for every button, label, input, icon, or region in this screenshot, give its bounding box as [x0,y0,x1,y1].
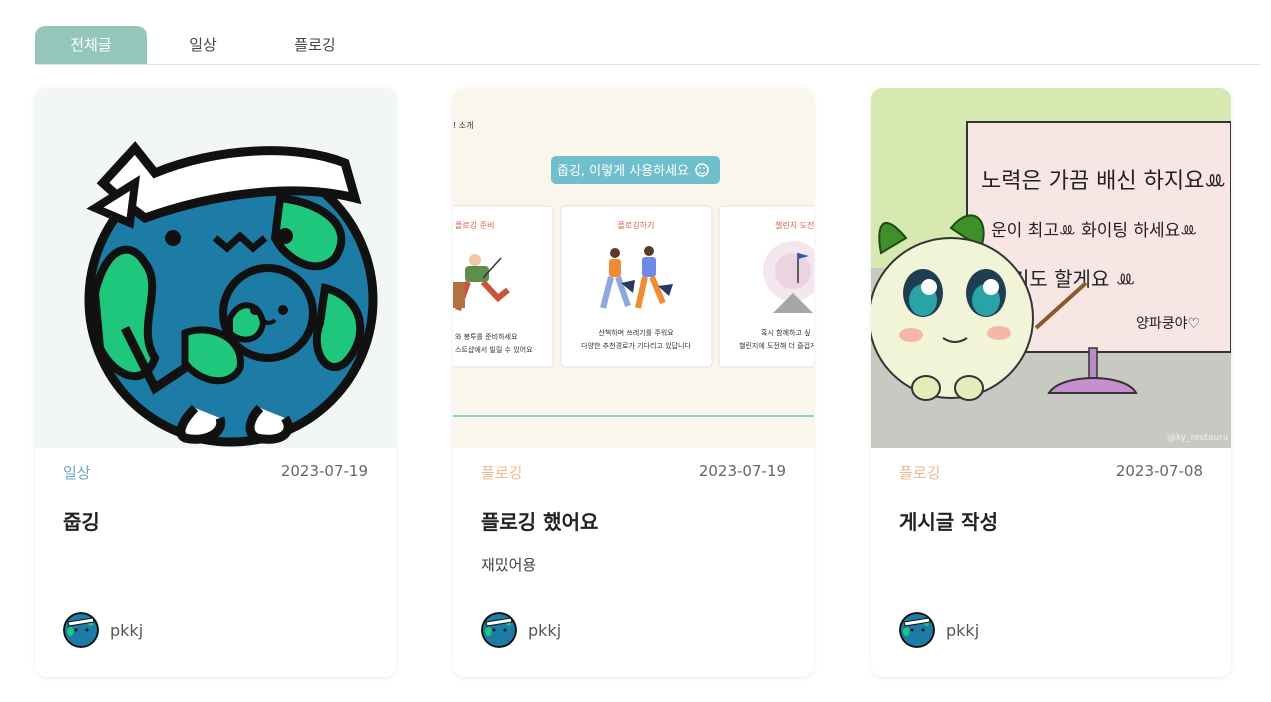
sprout-character-sign-icon: 노력은 가끔 배신 하지요ꔛ 운이 최고ꔛ 화이팅 하세요ꔛ 기도 할게요 ꔛ … [871,88,1231,448]
post-date: 2023-07-19 [698,462,786,480]
app-guide-screenshot: ! 소개 줍깅, 이렇게 사용하세요 플로깅 준비 플로깅하기 챌린지 도전 와… [453,120,814,417]
avatar [63,612,99,648]
guide-col1-title: 플로깅 준비 [455,220,494,230]
tab-all[interactable]: 전체글 [35,26,147,64]
post-author: pkkj [63,612,143,648]
avatar [899,612,935,648]
post-title: 줍깅 [63,510,100,534]
guide-col2-line1: 산책하며 쓰레기를 주워요 [598,328,674,337]
guide-col3-title: 챌린지 도전 [775,220,814,230]
author-name: pkkj [110,620,144,640]
earth-avatar-icon [481,612,517,648]
post-card[interactable]: 일상 2023-07-19 줍깅 pkkj [35,88,396,677]
tab-plogging[interactable]: 플로깅 [259,26,371,64]
guide-col2-title: 플로깅하기 [618,220,655,230]
guide-col3-line2: 챌린지에 도전해 더 즐겁게 [739,341,814,350]
earth-avatar-icon [899,612,935,648]
guide-banner-text: 줍깅, 이렇게 사용하세요 [557,164,689,179]
guide-col3-line1: 혹시 함께하고 싶 [761,328,811,337]
sign-line-1: 노력은 가끔 배신 하지요ꔛ [981,169,1226,194]
post-author: pkkj [481,612,561,648]
sign-line-3: 기도 할게요 ꔛ [1011,267,1135,291]
post-date: 2023-07-19 [280,462,368,480]
tab-daily[interactable]: 일상 [147,26,259,64]
guide-col1-line2: 스트샵에서 빌릴 수 있어요 [455,345,533,354]
earth-character-icon [84,141,378,447]
post-card[interactable]: ! 소개 줍깅, 이렇게 사용하세요 플로깅 준비 플로깅하기 챌린지 도전 와… [453,88,814,677]
post-date: 2023-07-08 [1115,462,1203,480]
guide-col1-line1: 와 봉투를 준비하세요 [455,332,518,341]
earth-avatar-icon [63,612,99,648]
image-watermark: @ky_restaura [1167,433,1228,443]
post-title: 플로깅 했어요 [481,510,599,534]
post-card[interactable]: 노력은 가끔 배신 하지요ꔛ 운이 최고ꔛ 화이팅 하세요ꔛ 기도 할게요 ꔛ … [871,88,1231,677]
sign-line-2: 운이 최고ꔛ 화이팅 하세요ꔛ [991,221,1197,241]
post-category: 일상 [63,464,91,482]
author-name: pkkj [946,620,980,640]
post-category: 플로깅 [481,464,523,482]
post-thumbnail: ! 소개 줍깅, 이렇게 사용하세요 플로깅 준비 플로깅하기 챌린지 도전 와… [453,88,814,448]
post-title: 게시글 작성 [899,510,998,534]
author-name: pkkj [528,620,562,640]
post-category: 플로깅 [899,464,941,482]
avatar [481,612,517,648]
guide-corner-text: ! 소개 [453,120,473,130]
post-thumbnail [35,88,396,448]
post-thumbnail: 노력은 가끔 배신 하지요ꔛ 운이 최고ꔛ 화이팅 하세요ꔛ 기도 할게요 ꔛ … [871,88,1231,448]
guide-col2-line2: 다양한 추천경로가 기다리고 있답니다 [581,341,691,350]
post-author: pkkj [899,612,979,648]
post-content: 재밌어용 [481,556,537,574]
category-tabs: 전체글 일상 플로깅 [35,26,1261,65]
sign-line-4: 양파쿵야♡ [1136,316,1200,332]
